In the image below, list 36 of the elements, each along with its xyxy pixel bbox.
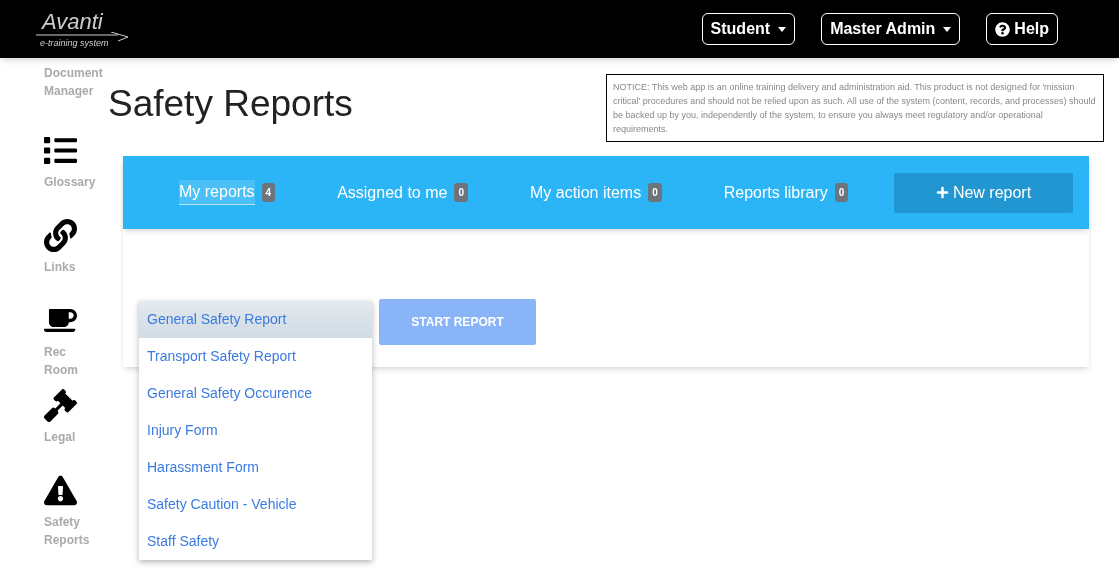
- dropdown-button[interactable]: Master Admin: [821, 13, 961, 45]
- menu-item[interactable]: General Safety Report: [139, 301, 372, 338]
- sidebar-item[interactable]: Links: [44, 258, 76, 276]
- list-icon[interactable]: [44, 134, 77, 167]
- sidebar-item[interactable]: Rec Room: [44, 343, 78, 379]
- tab[interactable]: Reports library 0: [723, 180, 849, 205]
- tab[interactable]: My action items 0: [530, 180, 662, 205]
- gavel-icon[interactable]: [44, 389, 77, 422]
- dropdown-button[interactable]: Student: [701, 13, 796, 45]
- menu-item[interactable]: Injury Form: [139, 412, 372, 449]
- sidebar-item[interactable]: Glossary: [44, 173, 96, 191]
- caret-icon: [778, 26, 787, 32]
- new-report-button[interactable]: New report: [894, 172, 1073, 213]
- menu-item[interactable]: Harassment Form: [139, 449, 372, 486]
- count-badge: 4: [261, 183, 276, 202]
- tab[interactable]: Assigned to me 0: [337, 180, 468, 205]
- page-title: Safety Reports: [108, 82, 353, 126]
- count-badge: 0: [454, 183, 468, 202]
- menu-item[interactable]: Staff Safety: [139, 523, 372, 560]
- sidebar-item[interactable]: Safety Reports: [44, 513, 90, 549]
- warning-icon[interactable]: [44, 474, 77, 507]
- logo-tagline: e-training system: [40, 36, 109, 49]
- sidebar-item[interactable]: Document Manager: [44, 64, 103, 100]
- caret-icon: [943, 26, 952, 32]
- logo-name: Avanti: [42, 9, 104, 34]
- help-button[interactable]: Help: [986, 13, 1058, 45]
- menu-item[interactable]: Safety Caution - Vehicle: [139, 486, 372, 523]
- menu-item[interactable]: General Safety Occurence: [139, 375, 372, 412]
- help-icon: [995, 21, 1011, 37]
- menu-item[interactable]: Transport Safety Report: [139, 338, 372, 375]
- count-badge: 0: [834, 183, 849, 202]
- plus-icon: [935, 186, 949, 199]
- link-icon[interactable]: [44, 219, 77, 252]
- sidebar-item[interactable]: Legal: [44, 428, 76, 446]
- count-badge: 0: [648, 183, 662, 202]
- notice-text: NOTICE: This web app is an online training delivery and administration aid. This product is not designed for 'mission critical' procedures and should not be relied upon as such. All use of the system (content, records, and processes) should be backed up by you, independently of the system, to ensure you always meet regulatory and/or operational requirements.: [606, 74, 1104, 142]
